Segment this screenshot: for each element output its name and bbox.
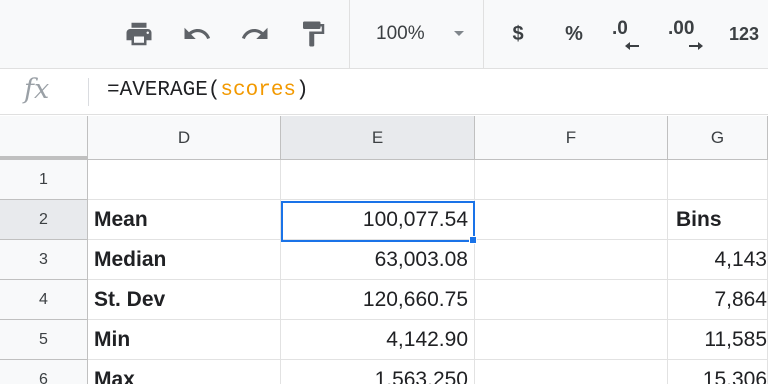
row-header[interactable]: 4: [0, 280, 88, 320]
toolbar-divider: [483, 0, 484, 69]
cell-g1[interactable]: [668, 160, 768, 200]
cell-e6[interactable]: 1,563,250: [281, 360, 475, 384]
currency-label: $: [512, 22, 524, 45]
cell-e4[interactable]: 120,660.75: [281, 280, 475, 320]
cell-f2[interactable]: [475, 200, 668, 240]
cell-d4[interactable]: St. Dev: [88, 280, 281, 320]
active-cell-border: [281, 201, 475, 242]
row-header[interactable]: 3: [0, 240, 88, 280]
cell-g4[interactable]: 7,864: [668, 280, 768, 320]
increase-decimal-button[interactable]: .00: [668, 18, 708, 58]
cell-e3[interactable]: 63,003.08: [281, 240, 475, 280]
formula-input[interactable]: =AVERAGE(scores): [107, 79, 309, 102]
cell-f4[interactable]: [475, 280, 668, 320]
redo-icon: [241, 27, 268, 39]
arrow-left-icon: [625, 42, 639, 50]
cell-d5[interactable]: Min: [88, 320, 281, 360]
zoom-value: 100%: [376, 23, 425, 44]
chevron-down-icon: [454, 31, 464, 36]
cell-f6[interactable]: [475, 360, 668, 384]
cell-e5[interactable]: 4,142.90: [281, 320, 475, 360]
cell-f1[interactable]: [475, 160, 668, 200]
cell-g2[interactable]: Bins: [668, 200, 768, 240]
cell-f5[interactable]: [475, 320, 668, 360]
toolbar: 100% $ % .0 .00 123: [0, 0, 768, 69]
row-header[interactable]: 5: [0, 320, 88, 360]
column-header-g[interactable]: G: [668, 116, 768, 160]
column-header-e[interactable]: E: [281, 116, 475, 160]
percent-label: %: [565, 22, 583, 45]
percent-format-button[interactable]: %: [556, 14, 592, 54]
cell-g5[interactable]: 11,585: [668, 320, 768, 360]
decrease-decimal-button[interactable]: .0: [612, 18, 646, 58]
paint-format-icon: [303, 21, 325, 47]
more-formats-label: 123: [728, 23, 760, 44]
currency-format-button[interactable]: $: [500, 14, 536, 54]
formula-range: scores: [220, 79, 297, 102]
more-formats-button[interactable]: 123: [722, 14, 766, 54]
formula-bar: fx =AVERAGE(scores): [0, 70, 768, 115]
increase-decimal-label: .00: [668, 18, 695, 39]
row-header[interactable]: 6: [0, 360, 88, 384]
cell-e1[interactable]: [281, 160, 475, 200]
row-header[interactable]: 1: [0, 160, 88, 200]
column-header-d[interactable]: D: [88, 116, 281, 160]
toolbar-divider: [349, 0, 350, 69]
print-button[interactable]: [119, 14, 159, 54]
formula-bar-divider: [88, 78, 89, 106]
formula-function: =AVERAGE(: [107, 79, 221, 102]
cell-g3[interactable]: 4,143: [668, 240, 768, 280]
decrease-decimal-label: .0: [612, 18, 628, 39]
cell-d2[interactable]: Mean: [88, 200, 281, 240]
row-header[interactable]: 2: [0, 200, 88, 240]
column-header-f[interactable]: F: [475, 116, 668, 160]
function-icon: fx: [24, 74, 50, 105]
formula-close: ): [296, 79, 309, 102]
cell-d3[interactable]: Median: [88, 240, 281, 280]
redo-button[interactable]: [235, 14, 275, 54]
cell-f3[interactable]: [475, 240, 668, 280]
print-icon: [126, 22, 152, 46]
undo-icon: [184, 27, 211, 39]
paint-format-button[interactable]: [293, 14, 333, 54]
cell-d6[interactable]: Max: [88, 360, 281, 384]
fill-handle[interactable]: [469, 236, 477, 244]
cell-g6[interactable]: 15,306: [668, 360, 768, 384]
cell-d1[interactable]: [88, 160, 281, 200]
undo-button[interactable]: [177, 14, 217, 54]
select-all-corner[interactable]: [0, 116, 88, 160]
arrow-right-icon: [689, 42, 703, 50]
